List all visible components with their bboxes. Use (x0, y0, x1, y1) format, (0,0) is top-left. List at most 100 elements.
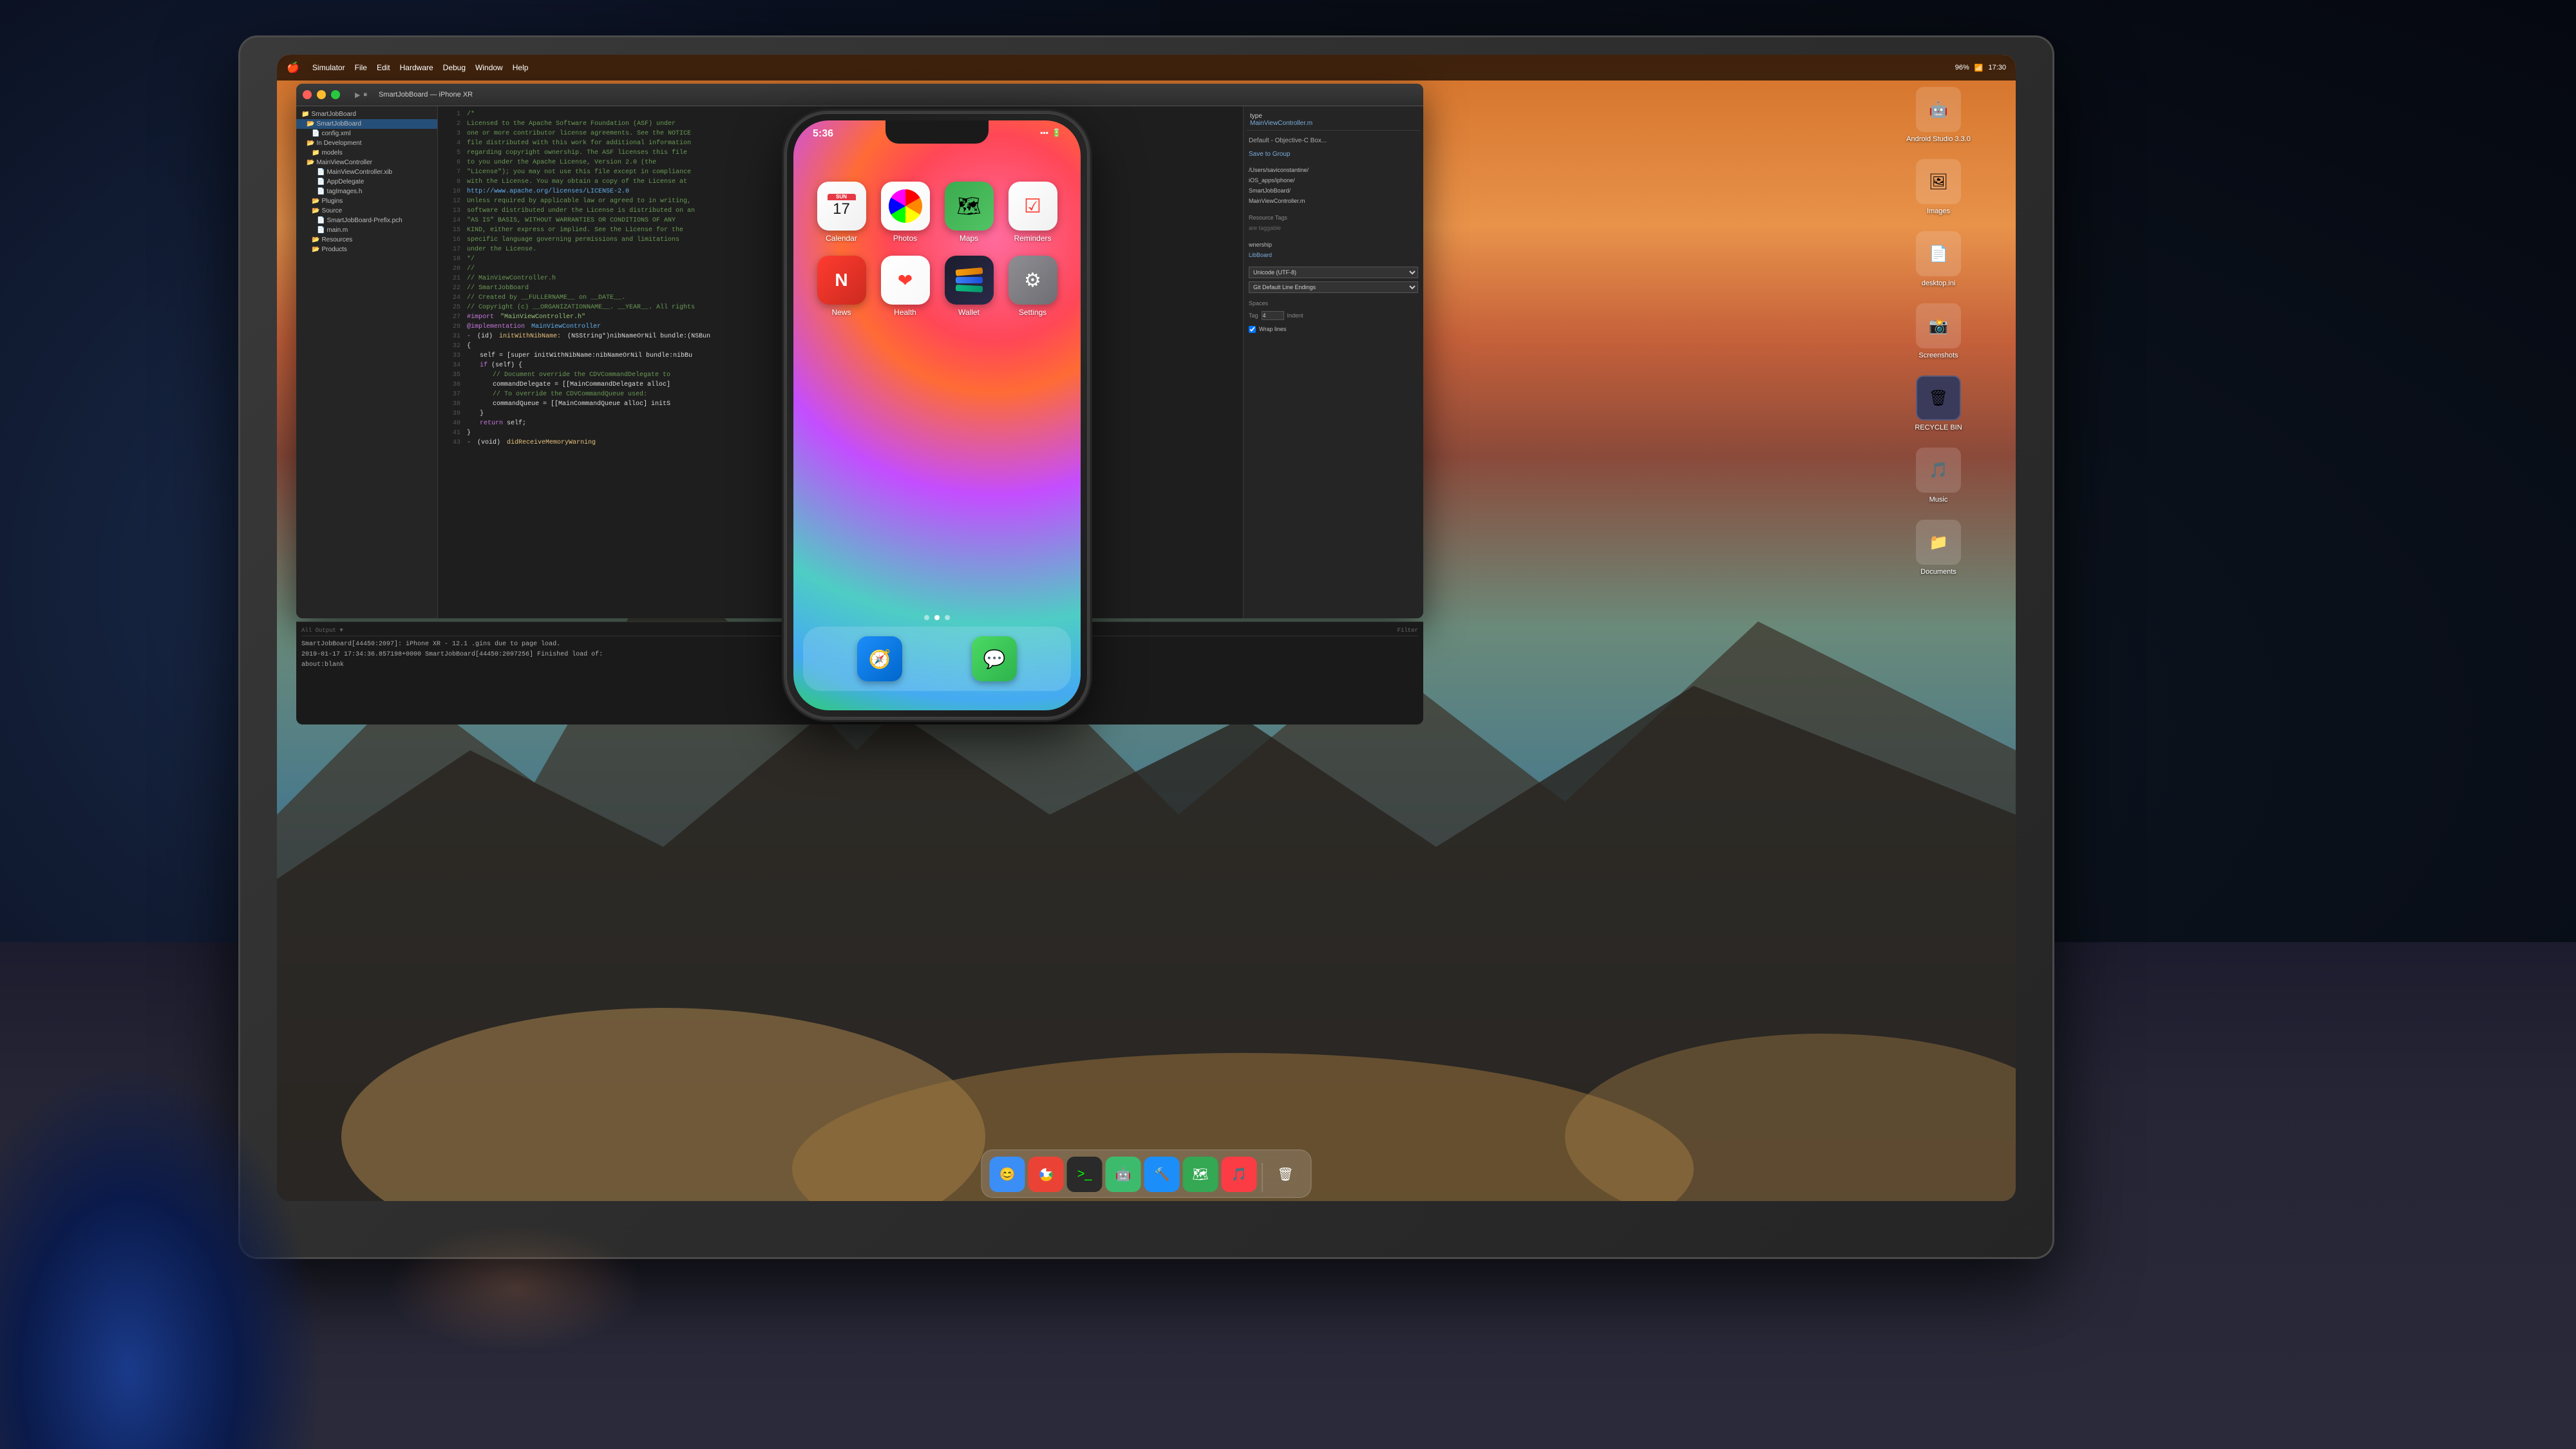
xcode-stop-button[interactable]: ⏹ (363, 91, 367, 99)
console-filter[interactable]: Filter (1397, 627, 1418, 634)
desktop-icon-music[interactable]: 🎵 Music (1880, 448, 1996, 504)
app-reminders[interactable]: ☑ Reminders (1004, 182, 1062, 243)
desktop-icon-desktop-ini[interactable]: 📄 desktop.ini (1880, 231, 1996, 287)
file-tree-item-resources[interactable]: 📂 Resources (296, 235, 437, 245)
health-label: Health (894, 308, 916, 317)
iphone-wifi-icon: ▪▪▪ (1040, 128, 1048, 137)
encoding-select[interactable]: Unicode (UTF-8) (1249, 267, 1418, 278)
menubar-menu-help[interactable]: Help (513, 63, 529, 72)
window-minimize-button[interactable] (317, 90, 326, 99)
dock-terminal[interactable]: >_ (1067, 1157, 1103, 1192)
maps-label: Maps (960, 234, 978, 243)
desktop-icon-images[interactable]: 🖼 Images (1880, 159, 1996, 215)
desktop-ini-icon[interactable]: 📄 (1916, 231, 1961, 276)
dock-trash[interactable]: 🗑 (1268, 1157, 1303, 1192)
dock-separator (1262, 1163, 1263, 1192)
reminders-icon[interactable]: ☑ (1009, 182, 1057, 231)
console-tab-all[interactable]: All Output ▼ (301, 627, 343, 634)
spaces-input[interactable] (1262, 311, 1284, 320)
file-tree-item-smartjobboard[interactable]: 📂 SmartJobBoard (296, 119, 437, 129)
music-label: Music (1929, 496, 1948, 504)
calendar-label: Calendar (826, 234, 857, 243)
music-icon[interactable]: 🎵 (1916, 448, 1961, 493)
wrap-lines-checkbox[interactable] (1249, 326, 1256, 333)
file-tree-item-products[interactable]: 📂 Products (296, 245, 437, 254)
app-health[interactable]: ❤ Health (876, 256, 934, 317)
app-row-2: N News ❤ Health (810, 256, 1065, 317)
wrap-lines-label: Wrap lines (1259, 324, 1286, 334)
spaces-label: Tag (1249, 310, 1258, 321)
desktop-icon-screenshots[interactable]: 📸 Screenshots (1880, 303, 1996, 359)
settings-icon[interactable]: ⚙ (1009, 256, 1057, 305)
file-tree-item-source[interactable]: 📂 Source (296, 206, 437, 216)
calendar-icon[interactable]: SUN 17 (817, 182, 866, 231)
xcode-titlebar: ▶ ⏹ SmartJobBoard — iPhone XR (296, 84, 1423, 106)
line-endings-select[interactable]: Git Default Line Endings (1249, 281, 1418, 293)
wallet-icon[interactable] (945, 256, 994, 305)
app-settings[interactable]: ⚙ Settings (1004, 256, 1062, 317)
dock-music[interactable]: 🎵 (1222, 1157, 1257, 1192)
menubar-time: 17:30 (1988, 64, 2006, 71)
android-studio-label: Android Studio 3.3.0 (1906, 135, 1971, 143)
menubar-menu-debug[interactable]: Debug (443, 63, 466, 72)
file-tree-item-in-development[interactable]: 📂 In Development (296, 138, 437, 148)
menubar-menu-hardware[interactable]: Hardware (400, 63, 433, 72)
photos-icon[interactable] (881, 182, 930, 231)
file-tree-item-appdelegate[interactable]: 📄 AppDelegate (296, 177, 437, 187)
menubar-menu-edit[interactable]: Edit (377, 63, 390, 72)
menubar-left: 🍎 Simulator File Edit Hardware Debug Win… (287, 61, 528, 74)
settings-label: Settings (1019, 308, 1046, 317)
dock-xcode[interactable]: 🔨 (1144, 1157, 1180, 1192)
dock-chrome[interactable] (1028, 1157, 1064, 1192)
health-icon[interactable]: ❤ (881, 256, 930, 305)
file-tree-item-mainvc[interactable]: 📂 MainViewController (296, 158, 437, 167)
person-blue-shirt (0, 1063, 322, 1449)
dock-maps[interactable]: 🗺 (1183, 1157, 1218, 1192)
news-icon[interactable]: N (817, 256, 866, 305)
file-tree-item-config[interactable]: 📄 config.xml (296, 129, 437, 138)
android-studio-icon[interactable]: 🤖 (1916, 87, 1961, 132)
recycle-bin-label: RECYCLE BIN (1915, 424, 1962, 431)
desktop-icons-area: 🤖 Android Studio 3.3.0 🖼 Images 📄 deskto… (1880, 87, 1996, 592)
documents-folder-icon[interactable]: 📁 (1916, 520, 1961, 565)
images-folder-icon[interactable]: 🖼 (1916, 159, 1961, 204)
maps-icon[interactable]: 🗺 (945, 182, 994, 231)
file-tree-item-plugins[interactable]: 📂 Plugins (296, 196, 437, 206)
desktop-icon-documents[interactable]: 📁 Documents (1880, 520, 1996, 576)
file-navigator: 📁 SmartJobBoard 📂 SmartJobBoard 📄 config… (296, 106, 438, 618)
iphone-dock: 🧭 💬 (803, 627, 1071, 691)
recycle-bin-icon[interactable]: 🗑 (1916, 375, 1961, 421)
menubar-menu-file[interactable]: File (355, 63, 367, 72)
documents-label: Documents (1920, 568, 1956, 576)
dock-messages-icon[interactable]: 💬 (972, 636, 1017, 681)
dock-finder[interactable]: 😊 (990, 1157, 1025, 1192)
file-tree-item-models[interactable]: 📁 models (296, 148, 437, 158)
menubar-menu-window[interactable]: Window (475, 63, 503, 72)
file-tree-item-main[interactable]: 📄 main.m (296, 225, 437, 235)
dock-android-studio[interactable]: 🤖 (1106, 1157, 1141, 1192)
window-maximize-button[interactable] (331, 90, 340, 99)
desktop-icon-android-studio[interactable]: 🤖 Android Studio 3.3.0 (1880, 87, 1996, 143)
app-calendar[interactable]: SUN 17 Calendar (813, 182, 871, 243)
iphone-battery-icon: 🔋 (1052, 128, 1061, 137)
reminders-label: Reminders (1014, 234, 1051, 243)
mac-menubar: 🍎 Simulator File Edit Hardware Debug Win… (277, 55, 2016, 80)
desktop-icon-recycle-bin[interactable]: 🗑 RECYCLE BIN (1880, 375, 1996, 431)
file-tree-root-label: SmartJobBoard (311, 111, 355, 118)
window-close-button[interactable] (303, 90, 312, 99)
dock-safari-icon[interactable]: 🧭 (857, 636, 902, 681)
iphone-status-icons: ▪▪▪ 🔋 (1040, 128, 1061, 137)
images-label: Images (1927, 207, 1950, 215)
file-tree-item-mainvc-xib[interactable]: 📄 MainViewController.xib (296, 167, 437, 177)
screenshots-icon[interactable]: 📸 (1916, 303, 1961, 348)
settings-gear-icon: ⚙ (1024, 269, 1041, 292)
app-maps[interactable]: 🗺 Maps (940, 182, 998, 243)
xcode-run-button[interactable]: ▶ (355, 91, 360, 99)
file-tree-item-tagimages[interactable]: 📄 tagImages.h (296, 187, 437, 196)
app-news[interactable]: N News (813, 256, 871, 317)
right-panel-details: Default - Objective-C Box... Save to Gro… (1247, 134, 1420, 336)
file-tree-root[interactable]: 📁 SmartJobBoard (296, 109, 437, 119)
app-wallet[interactable]: Wallet (940, 256, 998, 317)
app-photos[interactable]: Photos (876, 182, 934, 243)
file-tree-item-prefix[interactable]: 📄 SmartJobBoard-Prefix.pch (296, 216, 437, 225)
